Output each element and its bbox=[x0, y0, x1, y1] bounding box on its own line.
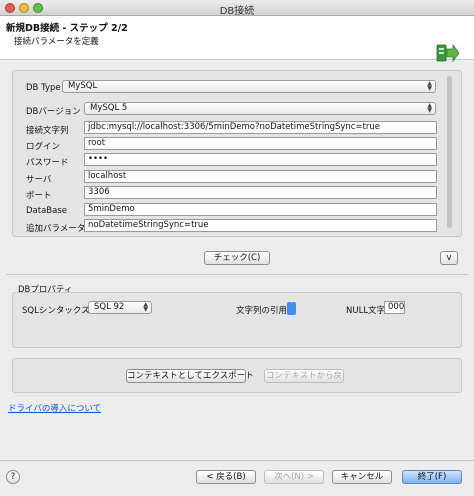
export-as-context-button[interactable]: コンテキストとしてエクスポート bbox=[126, 369, 254, 383]
select-arrows-icon: ▲ ▼ bbox=[427, 102, 432, 114]
wizard-header: 新規DB接続 - ステップ 2/2 接続パラメータを定義 bbox=[0, 16, 474, 63]
additional-params-label: 追加パラメータ bbox=[26, 224, 86, 234]
login-label: ログイン bbox=[26, 142, 61, 152]
sql-syntax-label: SQLシンタックス bbox=[22, 306, 90, 316]
sql-syntax-value: SQL 92 bbox=[94, 302, 125, 312]
wizard-step-title: 新規DB接続 - ステップ 2/2 bbox=[6, 23, 128, 34]
db-type-value: MySQL bbox=[68, 81, 98, 91]
revert-context-button[interactable]: コンテキストから戻 bbox=[264, 369, 344, 383]
database-label: DataBase bbox=[26, 206, 67, 216]
next-button[interactable]: 次へ(N) > bbox=[264, 470, 324, 484]
select-arrows-icon: ▲ ▼ bbox=[427, 80, 432, 92]
window-title: DB接続 bbox=[219, 6, 255, 17]
database-connection-icon bbox=[436, 43, 460, 63]
sql-syntax-select[interactable]: SQL 92 ▲ ▼ bbox=[88, 301, 152, 314]
toggle-properties-button[interactable]: v bbox=[440, 251, 458, 265]
check-connection-button[interactable]: チェック(C) bbox=[204, 251, 270, 265]
password-label: パスワード bbox=[26, 158, 69, 168]
connection-string-field[interactable]: jdbc:mysql://localhost:3306/5minDemo?noD… bbox=[84, 121, 437, 134]
finish-button[interactable]: 終了(F) bbox=[402, 470, 462, 484]
login-field[interactable]: root bbox=[84, 137, 437, 150]
server-field[interactable]: localhost bbox=[84, 170, 437, 183]
db-type-select[interactable]: MySQL ▲ ▼ bbox=[62, 80, 436, 93]
port-label: ポート bbox=[26, 191, 52, 201]
help-button[interactable]: ? bbox=[6, 470, 20, 484]
scrollbar-thumb[interactable] bbox=[447, 76, 452, 228]
driver-install-link[interactable]: ドライバの導入について bbox=[8, 402, 101, 414]
back-button[interactable]: < 戻る(B) bbox=[196, 470, 256, 484]
port-field[interactable]: 3306 bbox=[84, 186, 437, 199]
window-titlebar: DB接続 bbox=[0, 0, 474, 17]
db-version-select[interactable]: MySQL 5 ▲ ▼ bbox=[84, 102, 436, 115]
db-type-label: DB Type bbox=[26, 83, 61, 93]
db-version-value: MySQL 5 bbox=[90, 103, 128, 113]
database-field[interactable]: 5minDemo bbox=[84, 203, 437, 216]
cancel-button[interactable]: キャンセル bbox=[332, 470, 392, 484]
password-field[interactable]: •••• bbox=[84, 153, 437, 166]
null-char-label: NULL文字 bbox=[346, 306, 386, 316]
string-quote-label: 文字列の引用 bbox=[236, 306, 288, 316]
connection-panel-scrollbar[interactable] bbox=[446, 74, 453, 234]
string-quote-field[interactable]: ' bbox=[287, 302, 296, 315]
separator bbox=[6, 274, 468, 275]
connection-string-label: 接続文字列 bbox=[26, 126, 69, 136]
additional-params-field[interactable]: noDatetimeStringSync=true bbox=[84, 219, 437, 232]
server-label: サーバ bbox=[26, 175, 52, 185]
string-quote-value: ' bbox=[290, 301, 293, 308]
db-version-label: DBバージョン bbox=[26, 107, 81, 117]
select-arrows-icon: ▲ ▼ bbox=[143, 301, 148, 313]
null-char-field[interactable]: 000 bbox=[384, 301, 405, 314]
wizard-step-subtitle: 接続パラメータを定義 bbox=[14, 37, 99, 47]
